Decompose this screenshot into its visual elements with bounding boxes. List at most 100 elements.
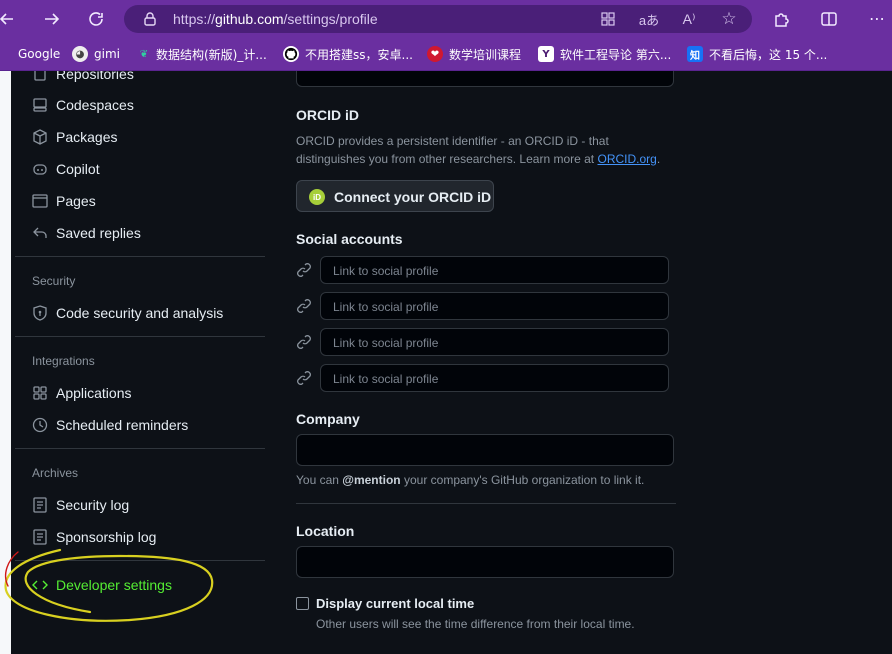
sidebar-item-label: Sponsorship log — [56, 529, 157, 545]
translate-icon[interactable]: aあ — [638, 9, 660, 29]
apps-grid-icon — [33, 386, 47, 400]
leaf-icon: ❦ — [139, 48, 149, 60]
local-time-checkbox[interactable] — [296, 597, 309, 610]
link-icon — [297, 335, 311, 349]
social-profile-input-1[interactable]: Link to social profile — [320, 256, 669, 284]
address-bar[interactable]: https://github.com/settings/profile aあ A… — [124, 5, 752, 33]
course-icon: ❤ — [427, 46, 443, 62]
github-settings-page: Repositories Codespaces Packages Copilot… — [11, 71, 892, 654]
bookmark-software-eng[interactable]: Y 软件工程导论 第六... — [538, 45, 671, 63]
sidebar-item-repositories[interactable]: Repositories — [15, 71, 265, 88]
bookmark-google[interactable]: Google — [18, 45, 60, 63]
copilot-icon — [33, 164, 47, 175]
extensions-icon[interactable] — [768, 6, 794, 32]
sidebar-item-security-log[interactable]: Security log — [15, 491, 265, 519]
social-profile-input-4[interactable]: Link to social profile — [320, 364, 669, 392]
social-accounts-heading: Social accounts — [296, 231, 403, 247]
favorite-icon[interactable]: ☆ — [718, 9, 740, 29]
forward-icon[interactable] — [39, 6, 65, 32]
orcid-heading: ORCID iD — [296, 107, 359, 123]
split-screen-icon[interactable] — [816, 6, 842, 32]
sidebar-item-label: Packages — [56, 129, 118, 145]
sidebar-item-copilot[interactable]: Copilot — [15, 155, 265, 183]
sidebar-item-codespaces[interactable]: Codespaces — [15, 91, 265, 119]
sidebar-item-pages[interactable]: Pages — [15, 187, 265, 215]
sidebar-item-packages[interactable]: Packages — [15, 123, 265, 151]
social-profile-input-3[interactable]: Link to social profile — [320, 328, 669, 356]
section-heading-security: Security — [32, 274, 76, 288]
sidebar-item-label: Scheduled reminders — [56, 417, 189, 433]
company-input[interactable] — [296, 434, 674, 466]
lock-icon[interactable] — [142, 11, 158, 27]
social-profile-input-2[interactable]: Link to social profile — [320, 292, 669, 320]
sidebar-item-label: Copilot — [56, 161, 100, 177]
connect-orcid-label: Connect your ORCID iD — [334, 189, 492, 205]
social-profile-placeholder: Link to social profile — [333, 372, 439, 386]
shield-icon — [33, 305, 47, 321]
sidebar-item-applications[interactable]: Applications — [15, 379, 265, 407]
orcid-link[interactable]: ORCID.org — [598, 152, 657, 166]
page-left-edge — [0, 71, 11, 654]
sidebar-item-saved-replies[interactable]: Saved replies — [15, 219, 265, 247]
code-icon — [32, 580, 48, 590]
sidebar-item-sponsorship-log[interactable]: Sponsorship log — [15, 523, 265, 551]
bookmark-gimi[interactable]: ◕ gimi — [72, 45, 120, 63]
log-icon — [33, 529, 47, 545]
form-divider — [296, 503, 676, 504]
connect-orcid-button[interactable]: iD Connect your ORCID iD — [296, 180, 494, 212]
repo-icon — [34, 71, 46, 81]
orcid-description: ORCID provides a persistent identifier -… — [296, 134, 661, 166]
sidebar-item-label: Codespaces — [56, 97, 134, 113]
y-icon: Y — [538, 46, 554, 62]
sidebar-item-label: Developer settings — [56, 577, 172, 593]
local-time-label[interactable]: Display current local time — [316, 596, 474, 611]
company-note: You can @mention your company's GitHub o… — [296, 473, 645, 487]
section-heading-archives: Archives — [32, 466, 79, 480]
sidebar-item-code-security[interactable]: Code security and analysis — [15, 299, 265, 327]
bookmark-math-course[interactable]: ❤ 数学培训课程 — [427, 45, 521, 63]
link-icon — [297, 299, 311, 313]
sidebar-divider — [15, 256, 265, 257]
orcid-icon: iD — [309, 189, 325, 205]
back-icon[interactable] — [0, 6, 20, 32]
codespaces-icon — [33, 98, 47, 112]
bookmark-zhihu[interactable]: 知 不看后悔，这 15 个... — [687, 45, 827, 63]
sidebar-divider — [15, 560, 265, 561]
link-icon — [297, 371, 311, 385]
bookmark-github[interactable]: 不用搭建ss，安卓... — [283, 45, 413, 63]
browser-toolbar: https://github.com/settings/profile aあ A… — [0, 0, 892, 38]
zhihu-icon: 知 — [687, 46, 703, 62]
sidebar-divider — [15, 448, 265, 449]
log-icon — [33, 497, 47, 513]
clock-icon — [32, 417, 48, 433]
url-text: https://github.com/settings/profile — [173, 11, 378, 27]
browser-icon — [32, 194, 48, 208]
more-icon[interactable]: ⋯ — [864, 6, 890, 32]
link-icon — [297, 263, 311, 277]
local-time-note: Other users will see the time difference… — [316, 617, 635, 631]
social-profile-placeholder: Link to social profile — [333, 264, 439, 278]
github-icon — [283, 46, 299, 62]
sidebar-item-label: Applications — [56, 385, 132, 401]
social-profile-placeholder: Link to social profile — [333, 336, 439, 350]
bookmarks-bar: Google ◕ gimi ❦ 数据结构(新版)_计... 不用搭建ss，安卓.… — [0, 38, 892, 71]
sidebar-item-label: Code security and analysis — [56, 305, 224, 321]
location-heading: Location — [296, 523, 355, 539]
sidebar-item-developer-settings[interactable]: Developer settings — [15, 571, 265, 599]
read-aloud-icon[interactable]: A⁾ — [678, 9, 700, 29]
sidebar-divider — [15, 336, 265, 337]
social-profile-placeholder: Link to social profile — [333, 300, 439, 314]
sidebar-item-label: Saved replies — [56, 225, 141, 241]
sidebar-item-label: Pages — [56, 193, 96, 209]
reply-icon — [33, 227, 47, 238]
location-input[interactable] — [296, 546, 674, 578]
section-heading-integrations: Integrations — [32, 354, 95, 368]
apps-icon[interactable] — [597, 9, 619, 29]
previous-field-input[interactable] — [296, 71, 674, 87]
sidebar-item-label: Repositories — [56, 71, 134, 82]
sidebar-item-scheduled-reminders[interactable]: Scheduled reminders — [15, 411, 265, 439]
refresh-icon[interactable] — [83, 6, 109, 32]
bookmark-data-structure[interactable]: ❦ 数据结构(新版)_计... — [138, 45, 267, 63]
sidebar-item-label: Security log — [56, 497, 130, 513]
package-icon — [33, 129, 47, 145]
